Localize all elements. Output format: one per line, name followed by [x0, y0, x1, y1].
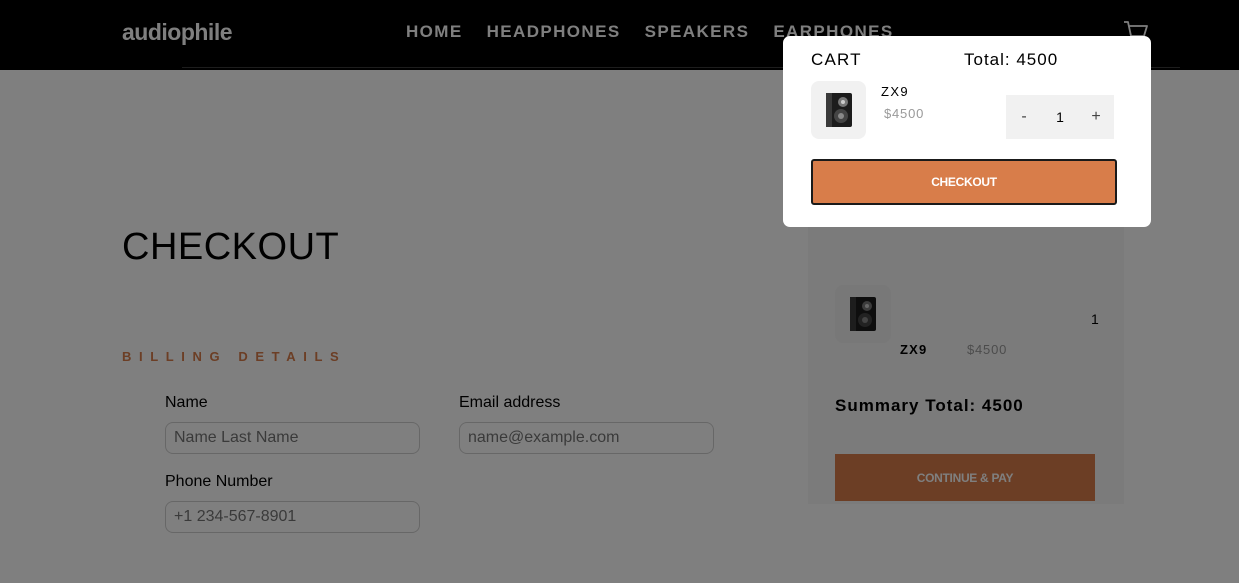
quantity-stepper: - 1 +: [1006, 95, 1114, 139]
cart-item-price: $4500: [884, 106, 925, 121]
cart-product-thumbnail: [811, 81, 866, 139]
quantity-value: 1: [1056, 109, 1064, 125]
cart-title: CART: [811, 50, 862, 69]
cart-popup: CART Total: 4500 ZX9 $4500 - 1 + CHECKOU…: [783, 36, 1151, 227]
cart-item-name: ZX9: [881, 84, 910, 99]
increase-quantity-button[interactable]: +: [1078, 95, 1114, 139]
checkout-button[interactable]: CHECKOUT: [811, 159, 1117, 205]
cart-total: Total: 4500: [964, 50, 1059, 69]
speaker-icon: [825, 93, 852, 127]
decrease-quantity-button[interactable]: -: [1006, 95, 1042, 139]
